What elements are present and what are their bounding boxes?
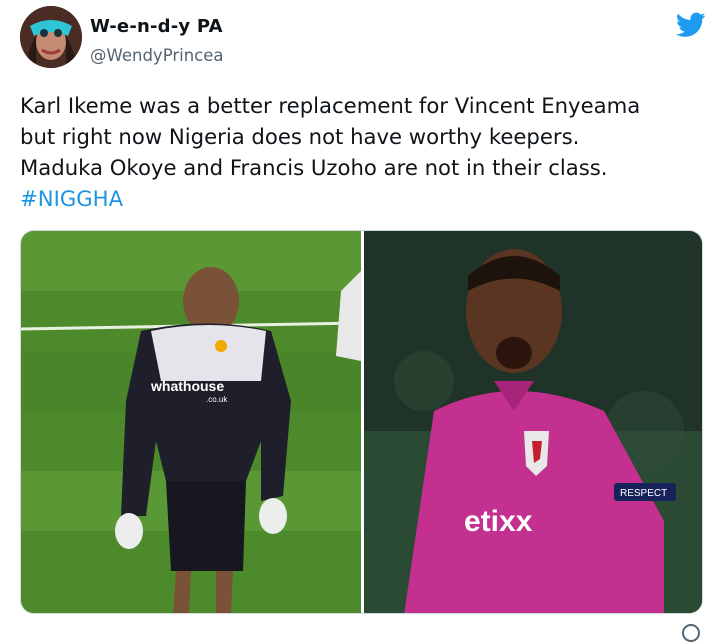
display-name[interactable]: W-e-n-d-y PA [90, 16, 223, 37]
respect-badge-text: RESPECT [620, 488, 667, 499]
info-circle-icon[interactable] [682, 624, 700, 642]
photo-goalkeeper-lille[interactable]: etixx RESPECT [364, 231, 702, 613]
photo-goalkeeper-wolves[interactable]: whathouse .co.uk [21, 231, 361, 613]
tweet-body: Karl Ikeme was a better replacement for … [20, 90, 710, 214]
hashtag-link[interactable]: #NIGGHA [20, 186, 123, 211]
tweet-media[interactable]: whathouse .co.uk etixx RESPECT [20, 230, 703, 614]
sponsor-subtext: .co.uk [206, 395, 228, 404]
sponsor-text: whathouse [150, 378, 224, 394]
goalkeeper-pink-kit-image: etixx RESPECT [364, 231, 702, 613]
goalkeeper-black-kit-image: whathouse .co.uk [21, 231, 361, 613]
tweet-text: Karl Ikeme was a better replacement for … [20, 93, 641, 180]
tweet-header: W-e-n-d-y PA @WendyPrincea [20, 6, 710, 72]
user-handle[interactable]: @WendyPrincea [90, 46, 224, 65]
sponsor-text: etixx [464, 505, 533, 538]
twitter-bird-icon[interactable] [675, 12, 706, 38]
avatar-image [20, 6, 82, 68]
avatar[interactable] [20, 6, 82, 68]
